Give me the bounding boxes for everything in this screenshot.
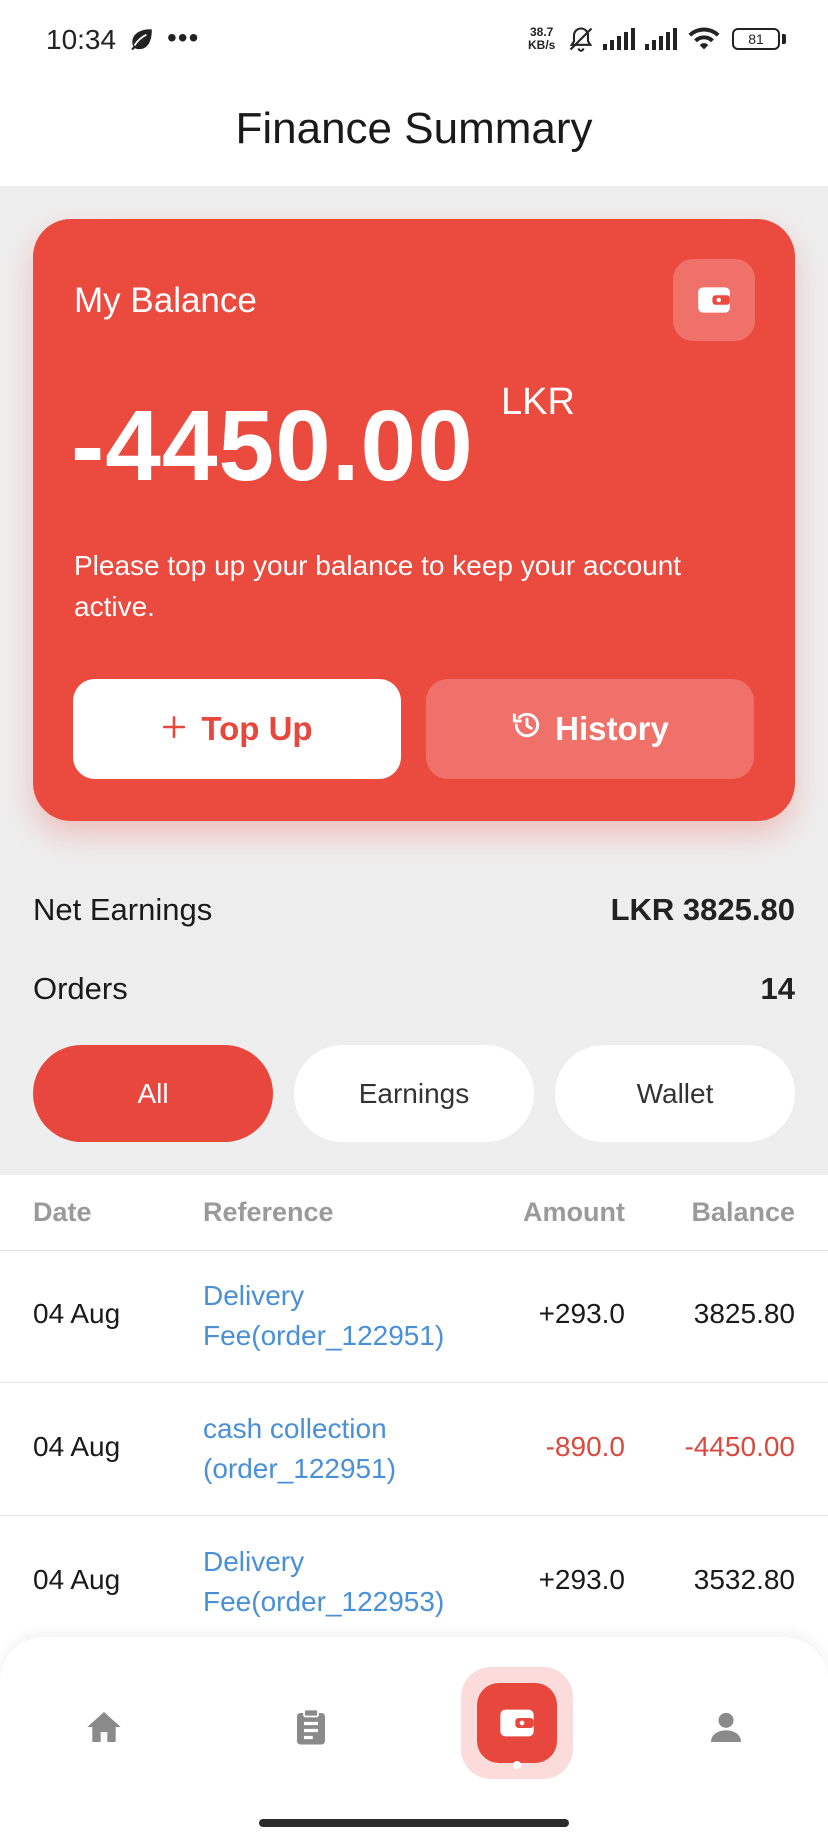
row-date: 04 Aug (33, 1298, 121, 1329)
home-icon[interactable] (84, 1707, 124, 1752)
plus-icon (161, 710, 187, 748)
bottom-nav (0, 1637, 828, 1841)
net-earnings-label: Net Earnings (33, 892, 213, 927)
balance-note: Please top up your balance to keep your … (74, 550, 682, 622)
net-earnings-value: LKR 3825.80 (610, 892, 795, 927)
history-icon (511, 709, 543, 749)
table-row[interactable]: 04 Aug Delivery Fee(order_122951) +293.0… (0, 1250, 828, 1383)
signal-icon (645, 28, 679, 55)
row-reference-link[interactable]: Delivery Fee(order_122953) (203, 1542, 503, 1622)
more-dots-icon: ••• (167, 22, 200, 53)
active-indicator-dot (513, 1761, 521, 1769)
battery-cap (782, 34, 786, 44)
wallet-icon[interactable] (477, 1683, 557, 1763)
orders-value: 14 (760, 971, 795, 1006)
signal-icon (603, 28, 637, 55)
row-balance: 3825.80 (693, 1298, 795, 1329)
row-balance: 3532.80 (693, 1564, 795, 1595)
status-time: 10:34 (46, 24, 117, 55)
column-header-reference: Reference (203, 1197, 334, 1227)
balance-card: My Balance -4450.00 LKR Please top up yo… (33, 219, 795, 821)
column-header-balance: Balance (691, 1197, 795, 1227)
wallet-icon (673, 259, 755, 341)
orders-label: Orders (33, 971, 128, 1006)
column-header-date: Date (33, 1197, 92, 1227)
filter-chip-earnings[interactable]: Earnings (294, 1045, 534, 1142)
history-button[interactable]: History (426, 679, 754, 779)
column-header-amount: Amount (523, 1197, 625, 1227)
row-reference-link[interactable]: cash collection (order_122951) (203, 1409, 503, 1489)
top-up-button[interactable]: Top Up (73, 679, 401, 779)
wifi-icon (687, 25, 721, 56)
orders-row: Orders 14 (33, 971, 795, 1007)
row-amount: +293.0 (538, 1298, 625, 1329)
balance-card-title: My Balance (74, 281, 257, 320)
clipboard-icon[interactable] (290, 1705, 332, 1754)
row-amount: -890.0 (545, 1431, 625, 1462)
table-row[interactable]: 04 Aug Delivery Fee(order_122953) +293.0… (0, 1516, 828, 1648)
row-amount: +293.0 (538, 1564, 625, 1595)
row-date: 04 Aug (33, 1431, 121, 1462)
app-header: Finance Summary (0, 80, 828, 186)
balance-amount: -4450.00 (71, 390, 474, 502)
filter-chip-wallet[interactable]: Wallet (555, 1045, 795, 1142)
home-indicator[interactable] (259, 1819, 569, 1827)
battery-level: 81 (748, 31, 764, 47)
page-title: Finance Summary (235, 104, 593, 153)
table-row[interactable]: 04 Aug cash collection (order_122951) -8… (0, 1383, 828, 1516)
filter-chip-all[interactable]: All (33, 1045, 273, 1142)
person-icon[interactable] (706, 1707, 746, 1752)
table-header: Date Reference Amount Balance (0, 1175, 828, 1251)
net-earnings-row: Net Earnings LKR 3825.80 (33, 892, 795, 928)
history-label: History (555, 710, 669, 747)
balance-currency: LKR (501, 381, 575, 423)
row-balance: -4450.00 (684, 1431, 795, 1462)
row-date: 04 Aug (33, 1564, 121, 1595)
status-bar: 10:34 ••• 38.7 KB/s 81 (0, 0, 828, 80)
row-reference-link[interactable]: Delivery Fee(order_122951) (203, 1276, 503, 1356)
top-up-label: Top Up (201, 710, 313, 747)
bell-muted-icon (567, 25, 595, 58)
battery-icon: 81 (732, 28, 780, 50)
net-speed: 38.7 KB/s (528, 26, 555, 52)
net-speed-unit: KB/s (528, 38, 556, 52)
leaf-icon (128, 26, 154, 57)
